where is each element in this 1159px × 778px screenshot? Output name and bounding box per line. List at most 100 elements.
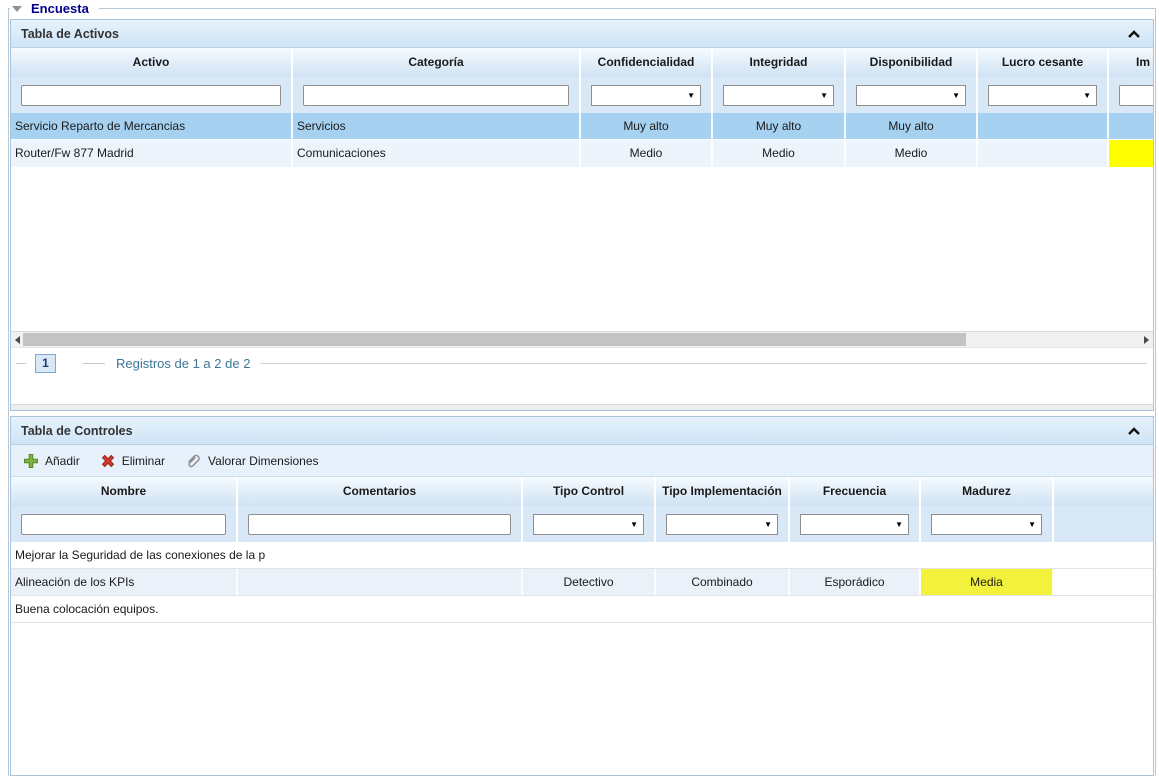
col-header-categoria[interactable]: Categoría xyxy=(293,48,581,77)
dropdown-arrow-icon: ▼ xyxy=(820,91,828,100)
frecuencia-filter-select[interactable]: ▼ xyxy=(800,514,909,535)
horizontal-scrollbar[interactable] xyxy=(11,331,1153,348)
lucro-cesante-filter-select[interactable]: ▼ xyxy=(988,85,1097,106)
col-header-confidencialidad[interactable]: Confidencialidad xyxy=(581,48,713,77)
paperclip-icon xyxy=(185,452,202,469)
activos-header-row: Activo Categoría Confidencialidad Integr… xyxy=(11,48,1154,77)
panel-bottom-strip xyxy=(11,404,1153,410)
activos-empty-area xyxy=(11,167,1153,331)
cell-confidencialidad: Muy alto xyxy=(581,113,713,139)
cell-comentarios xyxy=(238,569,523,595)
chevron-up-icon[interactable] xyxy=(1127,426,1141,436)
cell-impacto xyxy=(1109,113,1154,139)
activos-panel-title: Tabla de Activos xyxy=(21,27,119,41)
dropdown-arrow-icon: ▼ xyxy=(895,520,903,529)
integridad-filter-select[interactable]: ▼ xyxy=(723,85,834,106)
controles-panel-title: Tabla de Controles xyxy=(21,424,133,438)
cell-tipo-implementacion xyxy=(656,542,790,568)
cell-nombre: Buena colocación equipos. xyxy=(11,596,238,622)
controles-table-row[interactable]: Mejorar la Seguridad de las conexiones d… xyxy=(11,542,1153,569)
encuesta-section: Encuesta Tabla de Activos Activo Categor… xyxy=(8,8,1156,776)
dropdown-arrow-icon: ▼ xyxy=(952,91,960,100)
madurez-filter-select[interactable]: ▼ xyxy=(931,514,1042,535)
tipo-control-filter-select[interactable]: ▼ xyxy=(533,514,644,535)
cell-categoria: Servicios xyxy=(293,113,581,139)
cell-frecuencia xyxy=(790,596,921,622)
col-header-frecuencia[interactable]: Frecuencia xyxy=(790,477,921,506)
cell-tipo-implementacion xyxy=(656,596,790,622)
cell-tipo-control xyxy=(523,596,656,622)
cell-categoria: Comunicaciones xyxy=(293,140,581,167)
dropdown-arrow-icon: ▼ xyxy=(630,520,638,529)
page-1-button[interactable]: 1 xyxy=(35,354,56,373)
dropdown-arrow-icon: ▼ xyxy=(687,91,695,100)
dropdown-arrow-icon: ▼ xyxy=(764,520,772,529)
comentarios-filter-input[interactable] xyxy=(248,514,511,535)
cell-tipo-control xyxy=(523,542,656,568)
pagination-bar: 1 Registros de 1 a 2 de 2 xyxy=(11,348,1153,378)
confidencialidad-filter-select[interactable]: ▼ xyxy=(591,85,701,106)
plus-icon xyxy=(23,453,39,469)
controles-table-row[interactable]: Alineación de los KPIs Detectivo Combina… xyxy=(11,569,1153,596)
cell-disponibilidad: Muy alto xyxy=(846,113,978,139)
cell-frecuencia: Esporádico xyxy=(790,569,921,595)
activos-filter-row: ▼ ▼ ▼ ▼ xyxy=(11,77,1154,113)
activos-panel-header: Tabla de Activos xyxy=(11,20,1153,48)
cell-comentarios xyxy=(313,542,523,568)
delete-button[interactable]: Eliminar xyxy=(96,451,169,471)
controles-empty-area xyxy=(11,623,1153,775)
col-header-impacto[interactable]: Im xyxy=(1109,48,1154,77)
cell-madurez-highlighted: Media xyxy=(921,569,1054,595)
controles-filter-row: ▼ ▼ ▼ ▼ xyxy=(11,506,1153,542)
col-header-integridad[interactable]: Integridad xyxy=(713,48,846,77)
pagination-line xyxy=(260,363,1147,364)
controles-panel-header: Tabla de Controles xyxy=(11,417,1153,445)
controles-panel: Tabla de Controles Añadir Eliminar Valor… xyxy=(10,416,1154,776)
cell-tipo-implementacion: Combinado xyxy=(656,569,790,595)
col-header-comentarios[interactable]: Comentarios xyxy=(238,477,523,506)
red-x-icon xyxy=(100,453,116,469)
cell-activo: Servicio Reparto de Mercancias xyxy=(11,113,293,139)
col-header-tipo-implementacion[interactable]: Tipo Implementación xyxy=(656,477,790,506)
col-header-madurez[interactable]: Madurez xyxy=(921,477,1054,506)
pagination-dash xyxy=(83,363,105,364)
categoria-filter-input[interactable] xyxy=(303,85,569,106)
dropdown-arrow-icon: ▼ xyxy=(1028,520,1036,529)
cell-impacto-highlighted xyxy=(1109,140,1154,167)
cell-madurez xyxy=(921,596,1054,622)
add-button[interactable]: Añadir xyxy=(19,451,84,471)
scrollbar-thumb[interactable] xyxy=(23,333,966,346)
collapse-down-icon[interactable] xyxy=(12,6,22,12)
cell-activo: Router/Fw 877 Madrid xyxy=(11,140,293,167)
cell-integridad: Medio xyxy=(713,140,846,167)
col-header-tipo-control[interactable]: Tipo Control xyxy=(523,477,656,506)
pagination-dash xyxy=(16,363,26,364)
col-header-nombre[interactable]: Nombre xyxy=(11,477,238,506)
activo-filter-input[interactable] xyxy=(21,85,281,106)
nombre-filter-input[interactable] xyxy=(21,514,226,535)
activos-table-row[interactable]: Router/Fw 877 Madrid Comunicaciones Medi… xyxy=(11,140,1154,167)
dropdown-arrow-icon: ▼ xyxy=(1083,91,1091,100)
col-header-activo[interactable]: Activo xyxy=(11,48,293,77)
scroll-right-arrow-icon[interactable] xyxy=(1144,336,1149,344)
tipo-implementacion-filter-select[interactable]: ▼ xyxy=(666,514,778,535)
scroll-left-arrow-icon[interactable] xyxy=(15,336,20,344)
controles-toolbar: Añadir Eliminar Valorar Dimensiones xyxy=(11,445,1153,477)
valorar-dimensiones-button[interactable]: Valorar Dimensiones xyxy=(181,450,323,471)
cell-disponibilidad: Medio xyxy=(846,140,978,167)
cell-madurez xyxy=(921,542,1054,568)
cell-nombre: Mejorar la Seguridad de las conexiones d… xyxy=(11,542,313,568)
activos-panel: Tabla de Activos Activo Categoría Confid… xyxy=(10,19,1154,411)
impacto-filter-input[interactable] xyxy=(1119,85,1154,106)
cell-lucro-cesante xyxy=(978,113,1109,139)
activos-table-row[interactable]: Servicio Reparto de Mercancias Servicios… xyxy=(11,113,1154,140)
encuesta-legend: Encuesta xyxy=(10,0,99,17)
col-header-disponibilidad[interactable]: Disponibilidad xyxy=(846,48,978,77)
chevron-up-icon[interactable] xyxy=(1127,29,1141,39)
cell-comentarios xyxy=(238,596,523,622)
cell-frecuencia xyxy=(790,542,921,568)
col-header-lucro-cesante[interactable]: Lucro cesante xyxy=(978,48,1109,77)
cell-lucro-cesante xyxy=(978,140,1109,167)
disponibilidad-filter-select[interactable]: ▼ xyxy=(856,85,966,106)
controles-table-row[interactable]: Buena colocación equipos. xyxy=(11,596,1153,623)
